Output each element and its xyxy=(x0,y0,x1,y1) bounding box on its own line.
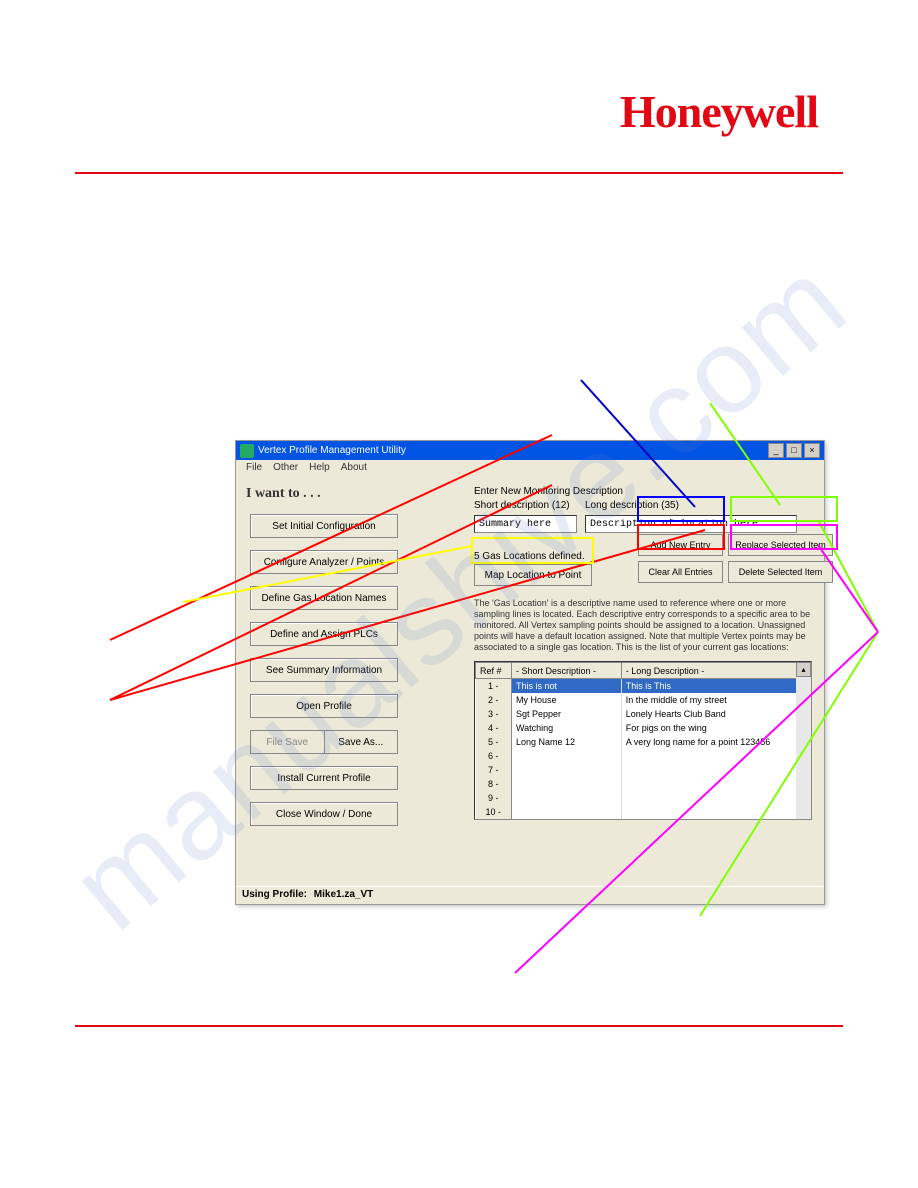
app-window: Vertex Profile Management Utility _ □ × … xyxy=(235,440,825,905)
cell-long: Lonely Hearts Club Band xyxy=(621,707,810,721)
configure-analyzer-button[interactable]: Configure Analyzer / Points xyxy=(250,550,398,574)
status-profile-name: Mike1.za_VT xyxy=(314,889,373,900)
cell-long: For pigs on the wing xyxy=(621,721,810,735)
cell-short: This is not xyxy=(512,679,622,693)
statusbar: Using Profile: Mike1.za_VT xyxy=(236,886,824,904)
cell-short: Sgt Pepper xyxy=(512,707,622,721)
table-row[interactable]: 5 -Long Name 12A very long name for a po… xyxy=(476,735,811,749)
table-row[interactable]: 8 - xyxy=(476,777,811,791)
enter-new-label: Enter New Monitoring Description xyxy=(474,486,814,497)
window-title: Vertex Profile Management Utility xyxy=(258,445,768,456)
maximize-button[interactable]: □ xyxy=(786,443,802,458)
cell-short xyxy=(512,777,622,791)
table-row[interactable]: 3 -Sgt PepperLonely Hearts Club Band xyxy=(476,707,811,721)
cell-short: Long Name 12 xyxy=(512,735,622,749)
minimize-button[interactable]: _ xyxy=(768,443,784,458)
titlebar[interactable]: Vertex Profile Management Utility _ □ × xyxy=(236,441,824,460)
info-text: The 'Gas Location' is a descriptive name… xyxy=(474,598,814,653)
map-location-button[interactable]: Map Location to Point xyxy=(474,564,592,586)
see-summary-button[interactable]: See Summary Information xyxy=(250,658,398,682)
task-panel: Set Initial Configuration Configure Anal… xyxy=(250,514,410,838)
close-window-button[interactable]: Close Window / Done xyxy=(250,802,398,826)
table-row[interactable]: 7 - xyxy=(476,763,811,777)
col-short[interactable]: - Short Description - xyxy=(512,663,622,679)
cell-short xyxy=(512,763,622,777)
action-buttons: Add New Entry Replace Selected Item Clea… xyxy=(638,534,833,583)
install-profile-button[interactable]: Install Current Profile xyxy=(250,766,398,790)
col-long[interactable]: - Long Description - xyxy=(621,663,810,679)
cell-short xyxy=(512,805,622,819)
cell-short: My House xyxy=(512,693,622,707)
cell-short xyxy=(512,749,622,763)
honeywell-logo: Honeywell xyxy=(620,85,818,138)
status-label: Using Profile: xyxy=(242,889,307,900)
table-row[interactable]: 1 -This is notThis is This xyxy=(476,679,811,693)
clear-all-entries-button[interactable]: Clear All Entries xyxy=(638,561,723,583)
cell-ref: 5 - xyxy=(476,735,512,749)
save-as-button[interactable]: Save As... xyxy=(324,730,399,754)
cell-ref: 10 - xyxy=(476,805,512,819)
long-desc-label: Long description (35) xyxy=(585,500,797,511)
cell-ref: 8 - xyxy=(476,777,512,791)
cell-ref: 7 - xyxy=(476,763,512,777)
cell-long: This is This xyxy=(621,679,810,693)
cell-long xyxy=(621,805,810,819)
set-initial-config-button[interactable]: Set Initial Configuration xyxy=(250,514,398,538)
menu-file[interactable]: File xyxy=(242,462,266,476)
replace-selected-button[interactable]: Replace Selected Item xyxy=(728,534,833,556)
cell-long xyxy=(621,763,810,777)
cell-ref: 1 - xyxy=(476,679,512,693)
cell-short xyxy=(512,791,622,805)
table-scrollbar[interactable]: ▴ xyxy=(796,662,811,819)
menu-help[interactable]: Help xyxy=(305,462,334,476)
app-icon xyxy=(240,444,254,458)
cell-ref: 9 - xyxy=(476,791,512,805)
define-assign-plc-button[interactable]: Define and Assign PLCs xyxy=(250,622,398,646)
cell-long xyxy=(621,749,810,763)
short-desc-label: Short description (12) xyxy=(474,500,577,511)
cell-short: Watching xyxy=(512,721,622,735)
table-row[interactable]: 10 - xyxy=(476,805,811,819)
add-new-entry-button[interactable]: Add New Entry xyxy=(638,534,723,556)
col-ref[interactable]: Ref # xyxy=(476,663,512,679)
cell-ref: 3 - xyxy=(476,707,512,721)
file-save-button[interactable]: File Save xyxy=(250,730,324,754)
divider-top xyxy=(75,172,843,174)
close-button[interactable]: × xyxy=(804,443,820,458)
cell-ref: 6 - xyxy=(476,749,512,763)
cell-long: In the middle of my street xyxy=(621,693,810,707)
divider-bottom xyxy=(75,1025,843,1027)
long-desc-input[interactable] xyxy=(585,515,797,533)
delete-selected-button[interactable]: Delete Selected Item xyxy=(728,561,833,583)
cell-ref: 2 - xyxy=(476,693,512,707)
open-profile-button[interactable]: Open Profile xyxy=(250,694,398,718)
table-row[interactable]: 6 - xyxy=(476,749,811,763)
table-row[interactable]: 2 -My HouseIn the middle of my street xyxy=(476,693,811,707)
cell-ref: 4 - xyxy=(476,721,512,735)
scroll-up-icon[interactable]: ▴ xyxy=(796,662,811,677)
menu-about[interactable]: About xyxy=(337,462,371,476)
cell-long xyxy=(621,777,810,791)
table-row[interactable]: 9 - xyxy=(476,791,811,805)
cell-long: A very long name for a point 123456 xyxy=(621,735,810,749)
menubar: File Other Help About xyxy=(236,460,824,478)
define-gas-location-button[interactable]: Define Gas Location Names xyxy=(250,586,398,610)
gas-locations-table: Ref # - Short Description - - Long Descr… xyxy=(474,661,812,820)
cell-long xyxy=(621,791,810,805)
menu-other[interactable]: Other xyxy=(269,462,302,476)
table-row[interactable]: 4 -WatchingFor pigs on the wing xyxy=(476,721,811,735)
short-desc-input[interactable] xyxy=(474,515,577,533)
